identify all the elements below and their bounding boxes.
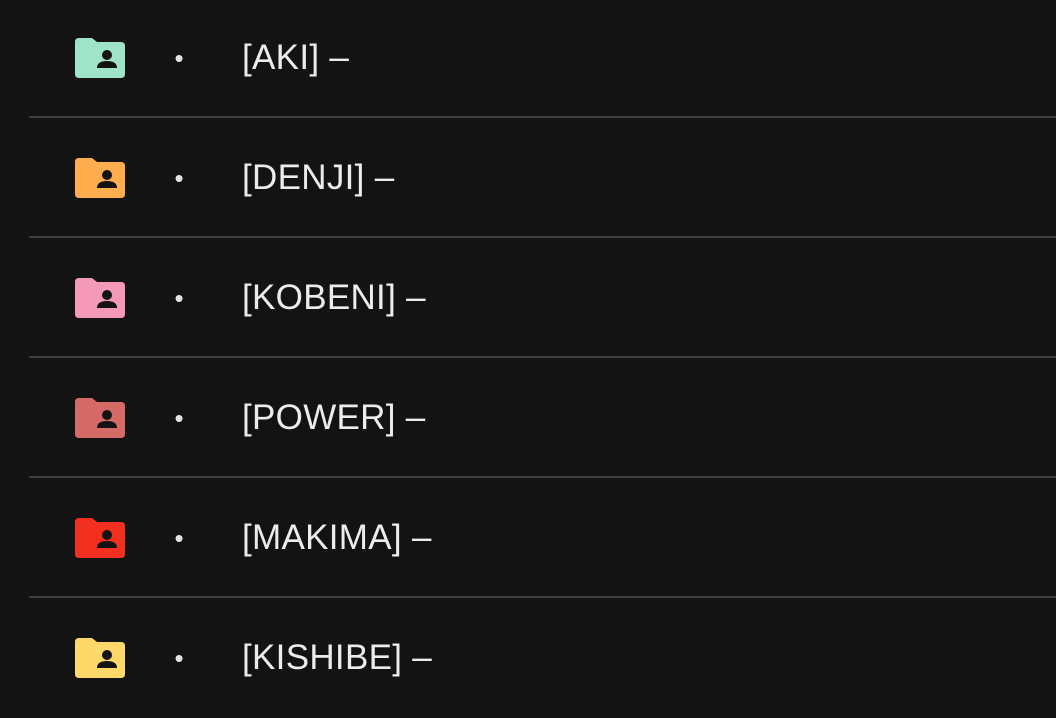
folder-shared-icon <box>75 518 125 558</box>
bullet-dot: • <box>174 403 184 433</box>
folder-shared-icon <box>75 158 125 198</box>
list-item-kobeni[interactable]: • [KOBENI] – <box>29 238 1056 358</box>
folder-shared-icon <box>75 38 125 78</box>
list-item-label: [KISHIBE] – <box>242 638 433 677</box>
folder-shared-icon <box>75 278 125 318</box>
folder-shared-icon <box>75 638 125 678</box>
bullet-dot: • <box>174 283 184 313</box>
list-item-aki[interactable]: • [AKI] – <box>29 0 1056 118</box>
list-item-denji[interactable]: • [DENJI] – <box>29 118 1056 238</box>
list-item-label: [POWER] – <box>242 398 426 437</box>
folder-shared-icon <box>75 398 125 438</box>
bullet-dot: • <box>174 643 184 673</box>
bullet-dot: • <box>174 523 184 553</box>
bullet-dot: • <box>174 163 184 193</box>
bullet-dot: • <box>174 43 184 73</box>
list-item-makima[interactable]: • [MAKIMA] – <box>29 478 1056 598</box>
list-item-kishibe[interactable]: • [KISHIBE] – <box>29 598 1056 718</box>
list-item-label: [DENJI] – <box>242 158 395 197</box>
list-item-label: [KOBENI] – <box>242 278 426 317</box>
folder-list: • [AKI] – • [DENJI] – • [KOBENI] – • [PO… <box>0 0 1056 716</box>
list-item-label: [MAKIMA] – <box>242 518 432 557</box>
list-item-label: [AKI] – <box>242 38 350 77</box>
list-item-power[interactable]: • [POWER] – <box>29 358 1056 478</box>
